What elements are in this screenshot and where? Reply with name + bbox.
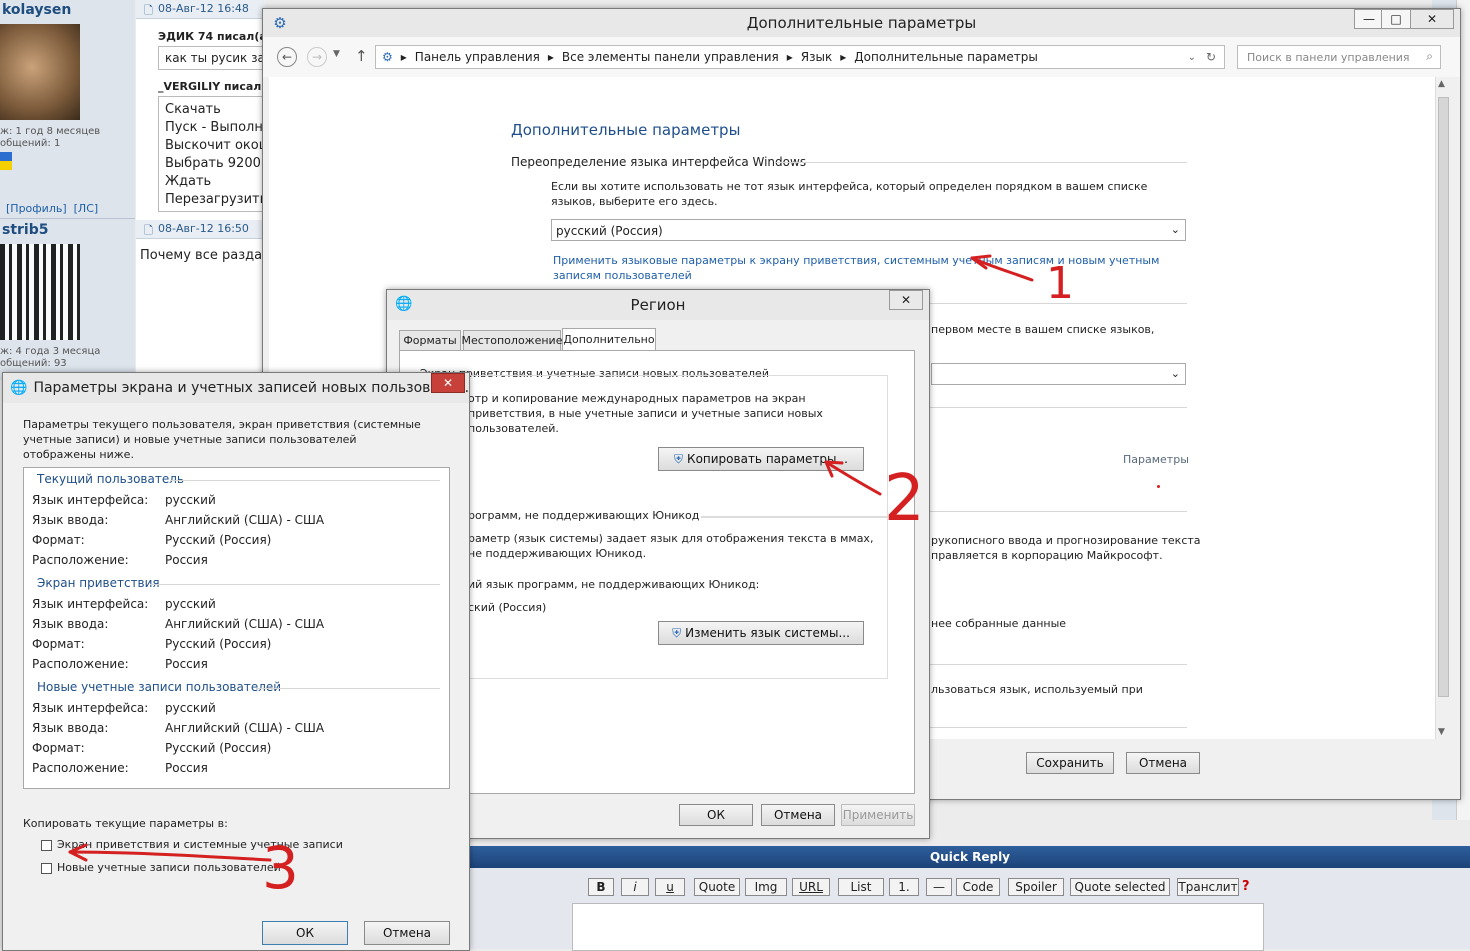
annotation-number-1: 1	[1046, 258, 1074, 309]
arrow-2	[824, 460, 882, 496]
annotation-number-2: 2	[884, 462, 925, 536]
arrow-1	[970, 256, 1034, 282]
annotation-layer: 1 2 3	[68, 254, 1074, 902]
annotation-number-3: 3	[262, 834, 299, 902]
arrow-3	[68, 850, 272, 862]
